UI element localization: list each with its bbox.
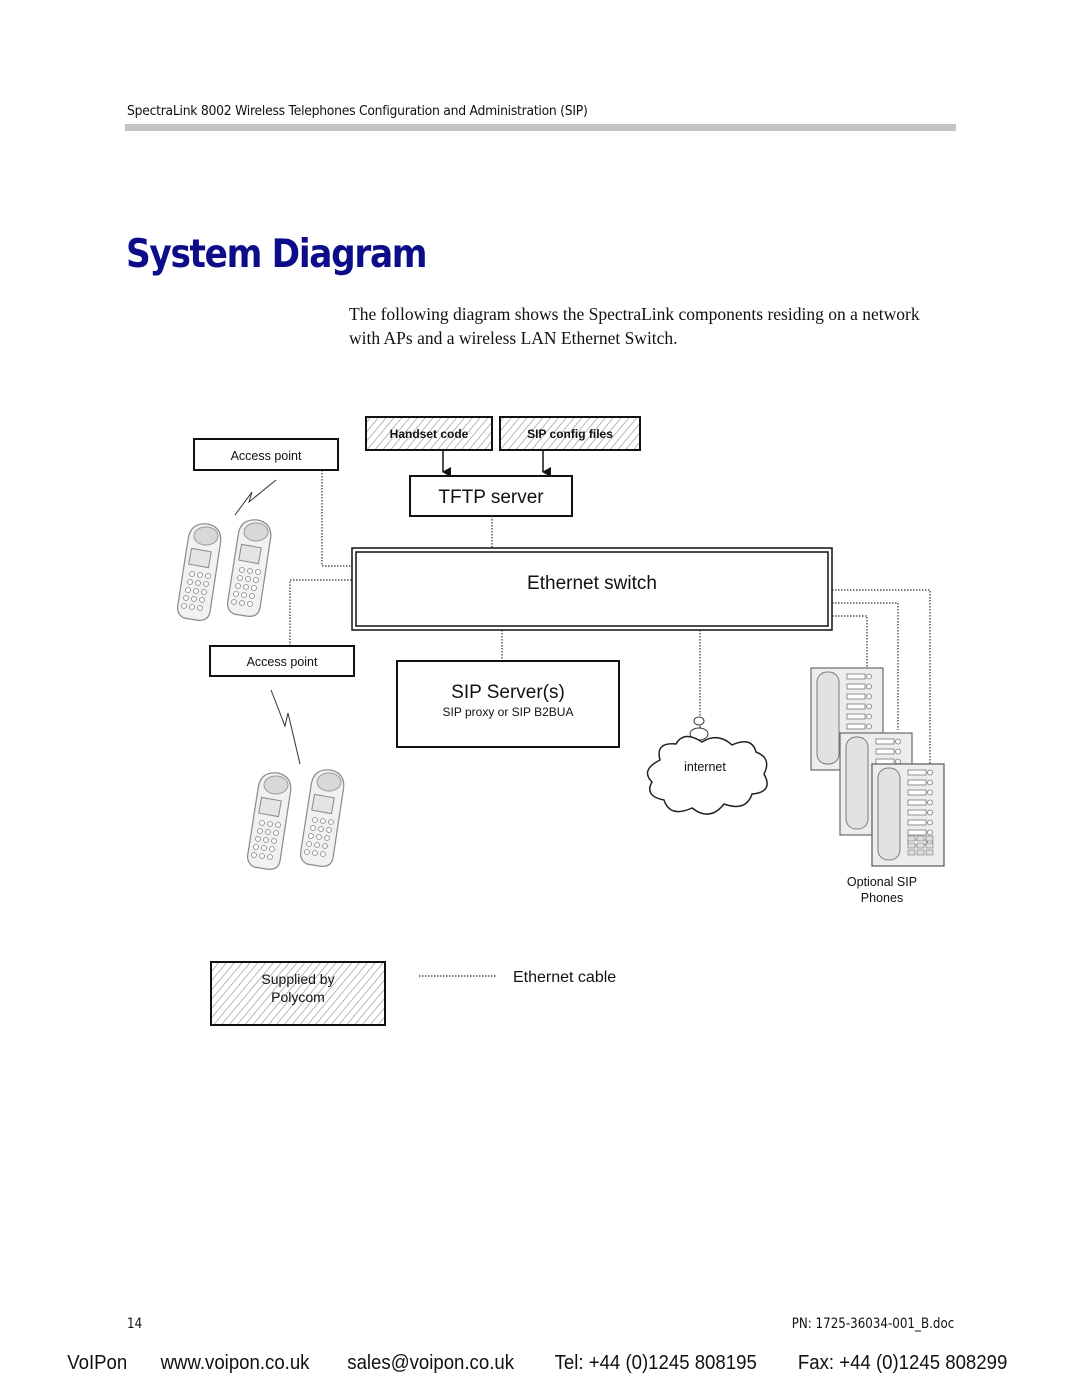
wireless-handset-icon bbox=[247, 772, 292, 870]
sip-servers-label: SIP Server(s) bbox=[451, 682, 565, 703]
ethernet-switch-box: Ethernet switch bbox=[351, 547, 833, 631]
system-diagram: Handset code SIP config files TFTP serve… bbox=[177, 416, 945, 1026]
sip-desk-phone-icon bbox=[871, 763, 945, 867]
legend-ethernet-cable-label: Ethernet cable bbox=[513, 969, 616, 986]
access-point-top-label: Access point bbox=[231, 449, 302, 463]
legend-supplied-line2: Polycom bbox=[271, 989, 325, 1005]
tftp-server-box: TFTP server bbox=[409, 475, 573, 517]
footer-company: VoIPon bbox=[67, 1352, 128, 1374]
optional-sip-phones-label-1: Optional SIP bbox=[847, 875, 917, 889]
sip-servers-sublabel: SIP proxy or SIP B2BUA bbox=[443, 705, 574, 719]
sip-servers-box: SIP Server(s) SIP proxy or SIP B2BUA bbox=[396, 660, 620, 748]
legend-supplied-line1: Supplied by bbox=[261, 971, 334, 987]
page-number: 14 bbox=[127, 1316, 143, 1332]
wireless-signal-icon bbox=[234, 479, 277, 516]
footer-tel: Tel: +44 (0)1245 808195 bbox=[554, 1352, 757, 1374]
internet-cloud-icon: internet bbox=[646, 716, 768, 815]
access-point-top: Access point bbox=[193, 438, 339, 471]
handset-code-box: Handset code bbox=[365, 416, 493, 451]
ethernet-switch-label: Ethernet switch bbox=[527, 573, 657, 594]
access-point-bottom-label: Access point bbox=[247, 655, 318, 669]
tftp-server-label: TFTP server bbox=[438, 487, 544, 508]
footer-website-link[interactable]: www.voipon.co.uk bbox=[161, 1352, 310, 1375]
wireless-handset-icon bbox=[300, 769, 345, 867]
wireless-handset-icon bbox=[177, 523, 222, 621]
footer-fax: Fax: +44 (0)1245 808299 bbox=[797, 1352, 1008, 1374]
footer-contact-bar: VoIPon www.voipon.co.uk sales@voipon.co.… bbox=[0, 1352, 1080, 1375]
internet-label: internet bbox=[684, 760, 726, 774]
handset-code-label: Handset code bbox=[390, 427, 469, 441]
optional-sip-phones-label-2: Phones bbox=[861, 891, 903, 905]
access-point-bottom: Access point bbox=[209, 645, 355, 677]
legend-supplied-by-polycom: Supplied by Polycom bbox=[210, 961, 386, 1026]
part-number: PN: 1725-36034-001_B.doc bbox=[791, 1316, 954, 1332]
wireless-handset-icon bbox=[227, 519, 272, 617]
footer-email-link[interactable]: sales@voipon.co.uk bbox=[348, 1352, 515, 1375]
sip-config-files-label: SIP config files bbox=[527, 427, 613, 441]
wireless-signal-icon bbox=[270, 689, 301, 765]
legend-ethernet-cable: Ethernet cable bbox=[419, 969, 616, 986]
sip-config-files-box: SIP config files bbox=[499, 416, 641, 451]
